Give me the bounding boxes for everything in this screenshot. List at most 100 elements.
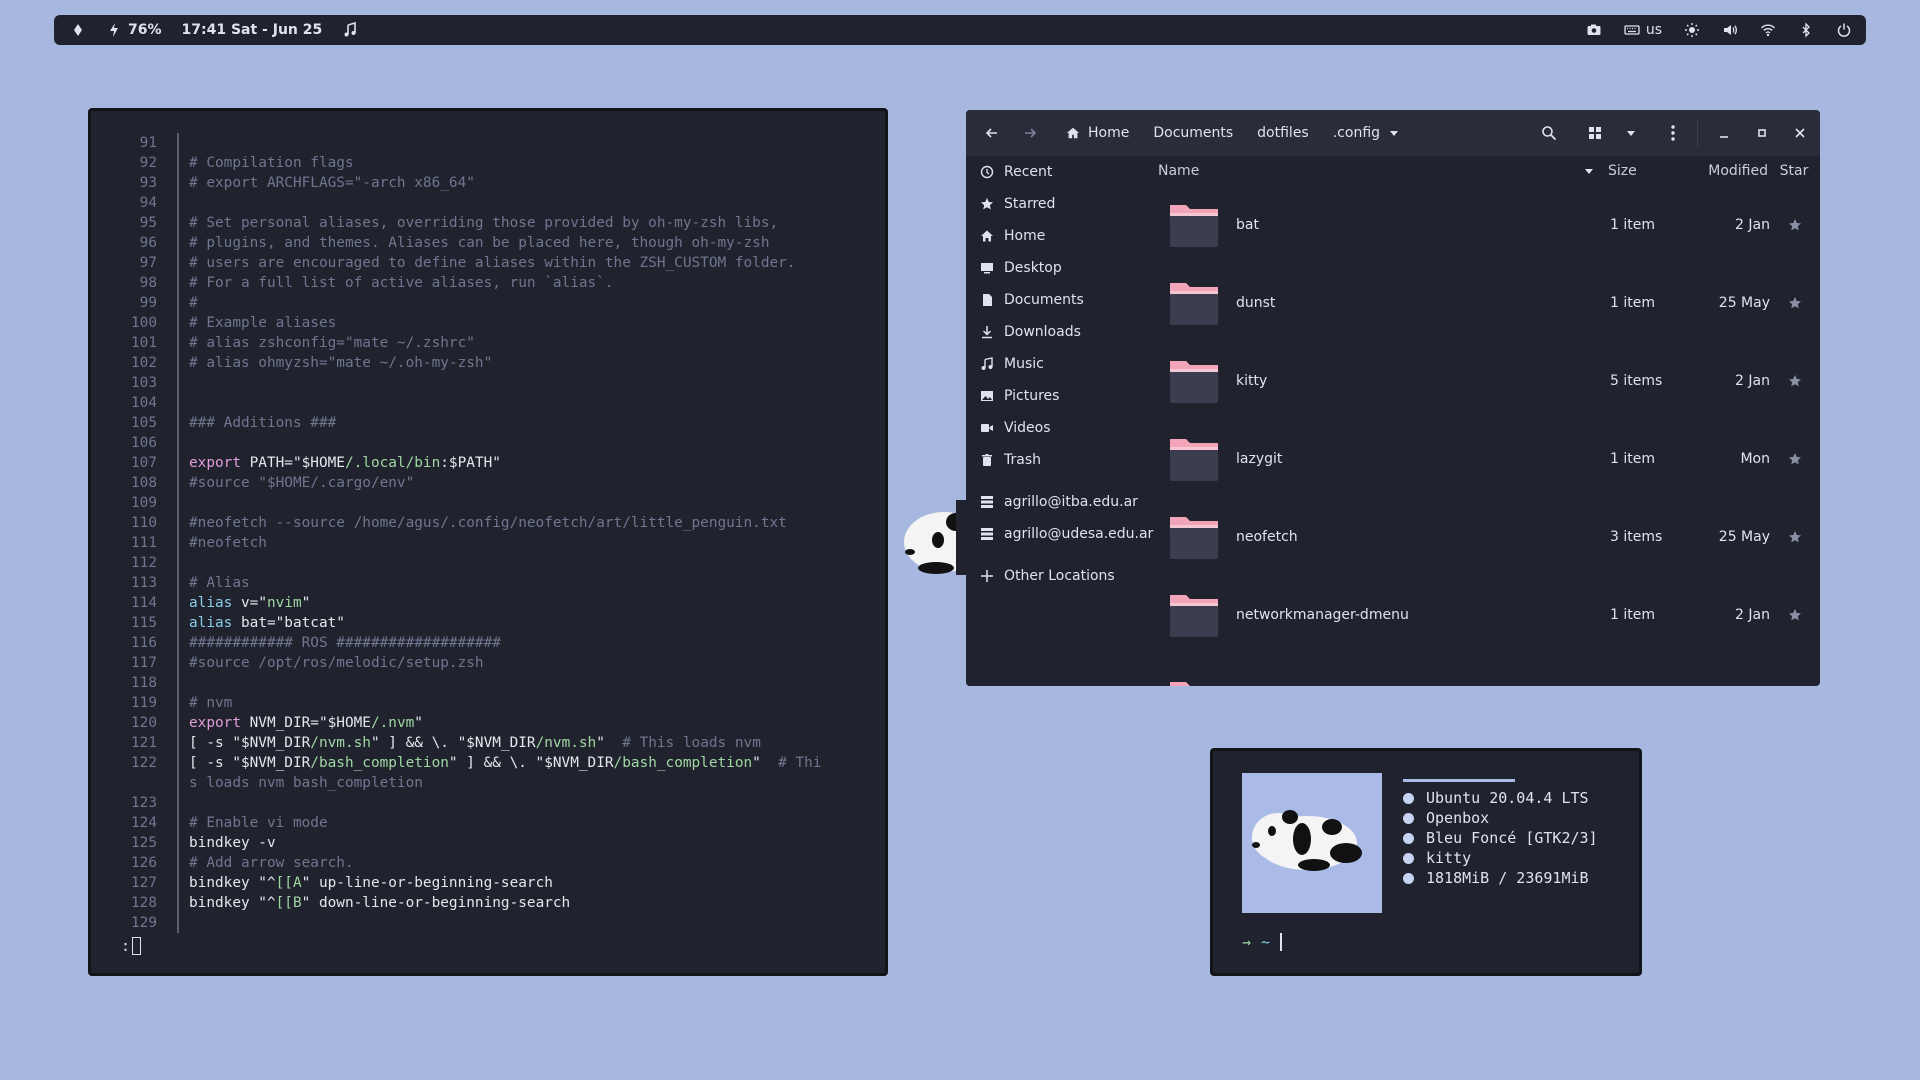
code-line[interactable]: 128 bindkey "^[[B" down-line-or-beginning… [91,893,885,913]
minimize-icon[interactable] [1712,121,1736,145]
code-line[interactable]: 125 bindkey -v [91,833,885,853]
code-line[interactable]: 92 # Compilation flags [91,153,885,173]
close-icon[interactable] [1788,121,1812,145]
view-options-chevron-icon[interactable] [1619,121,1643,145]
wifi-icon[interactable] [1760,22,1776,38]
file-row[interactable]: dunst 1 item 25 May [1156,264,1820,342]
sidebar-item-trash[interactable]: Trash [966,444,1156,476]
code-line[interactable]: 96 # plugins, and themes. Aliases can be … [91,233,885,253]
code-line[interactable]: 106 [91,433,885,453]
column-star-header[interactable]: Star [1768,163,1820,179]
code-line[interactable]: 123 [91,793,885,813]
code-line[interactable]: 112 [91,553,885,573]
code-line[interactable]: 113 # Alias [91,573,885,593]
file-row[interactable]: kitty 5 items 2 Jan [1156,342,1820,420]
volume-icon[interactable] [1722,22,1738,38]
sidebar-item-videos[interactable]: Videos [966,412,1156,444]
star-icon[interactable] [1770,530,1820,544]
keyboard-layout[interactable]: us [1624,22,1662,38]
diamond-icon[interactable] [70,22,86,38]
sidebar-item-other-locations[interactable]: Other Locations [966,560,1156,592]
file-row[interactable]: lazygit 1 item Mon [1156,420,1820,498]
code-line[interactable]: 110 #neofetch --source /home/agus/.config… [91,513,885,533]
code-line[interactable]: 100 # Example aliases [91,313,885,333]
code-line[interactable]: 116 ############ ROS ################### [91,633,885,653]
sidebar-item-desktop[interactable]: Desktop [966,252,1156,284]
code-line[interactable]: 91 [91,133,885,153]
back-arrow-icon[interactable] [980,121,1004,145]
clock[interactable]: 17:41 Sat - Jun 25 [182,22,323,38]
code-line[interactable]: 118 [91,673,885,693]
shell-prompt[interactable]: → ~ [1242,933,1283,951]
bluetooth-icon[interactable] [1798,22,1814,38]
neofetch-terminal-window[interactable]: Ubuntu 20.04.4 LTS Openbox Bleu Foncé [G… [1210,748,1642,976]
star-icon[interactable] [1770,608,1820,622]
code-line[interactable]: 119 # nvm [91,693,885,713]
code-line[interactable]: 104 [91,393,885,413]
sidebar-item-documents[interactable]: Documents [966,284,1156,316]
code-line[interactable]: 95 # Set personal aliases, overriding tho… [91,213,885,233]
code-line[interactable]: 101 # alias zshconfig="mate ~/.zshrc" [91,333,885,353]
maximize-icon[interactable] [1750,121,1774,145]
line-number: 127 [131,875,157,891]
column-modified-header[interactable]: Modified [1696,163,1768,179]
code-line[interactable]: 127 bindkey "^[[A" up-line-or-beginning-s… [91,873,885,893]
star-icon[interactable] [1770,296,1820,310]
code-line[interactable]: 122 [ -s "$NVM_DIR/bash_completion" ] && … [91,753,885,773]
sidebar-item-music[interactable]: Music [966,348,1156,380]
brightness-icon[interactable] [1684,22,1700,38]
vim-command-line[interactable]: : [121,937,142,955]
code-line[interactable]: 107 export PATH="$HOME/.local/bin:$PATH" [91,453,885,473]
code-line[interactable]: 114 alias v="nvim" [91,593,885,613]
forward-arrow-icon[interactable] [1018,121,1042,145]
sidebar-item-pictures[interactable]: Pictures [966,380,1156,412]
breadcrumb-documents[interactable]: Documents [1141,118,1245,148]
star-icon[interactable] [1770,218,1820,232]
sidebar-item-agrillo-udesa-edu-ar[interactable]: agrillo@udesa.edu.ar [966,518,1156,550]
code-line[interactable]: 117 #source /opt/ros/melodic/setup.zsh [91,653,885,673]
editor-terminal-window[interactable]: 91 92 # Compilation flags 93 # export ARCHFL… [88,108,888,976]
code-view[interactable]: 91 92 # Compilation flags 93 # export ARCHFL… [91,133,885,933]
battery-indicator[interactable]: 76% [106,22,162,38]
sidebar-item-home[interactable]: Home [966,220,1156,252]
sidebar-item-agrillo-itba-edu-ar[interactable]: agrillo@itba.edu.ar [966,486,1156,518]
code-line[interactable]: 97 # users are encouraged to define alias… [91,253,885,273]
search-icon[interactable] [1537,121,1561,145]
breadcrumb-config[interactable]: .config [1321,118,1412,148]
breadcrumb-dotfiles[interactable]: dotfiles [1245,118,1321,148]
camera-icon[interactable] [1586,22,1602,38]
code-line[interactable]: 103 [91,373,885,393]
code-line[interactable]: 120 export NVM_DIR="$HOME/.nvm" [91,713,885,733]
code-line[interactable]: 124 # Enable vi mode [91,813,885,833]
file-row[interactable]: bat 1 item 2 Jan [1156,186,1820,264]
code-line[interactable]: 105 ### Additions ### [91,413,885,433]
code-line[interactable]: 102 # alias ohmyzsh="mate ~/.oh-my-zsh" [91,353,885,373]
line-number: 96 [139,235,157,251]
column-name-header[interactable]: Name [1156,163,1608,179]
grid-view-icon[interactable] [1583,121,1607,145]
music-note-icon[interactable] [342,22,358,38]
breadcrumb-home[interactable]: Home [1054,118,1141,148]
sidebar-item-downloads[interactable]: Downloads [966,316,1156,348]
column-size-header[interactable]: Size [1608,163,1696,179]
code-line[interactable]: 98 # For a full list of active aliases, r… [91,273,885,293]
code-line[interactable]: 115 alias bat="batcat" [91,613,885,633]
file-row[interactable]: neofetch 3 items 25 May [1156,498,1820,576]
code-line[interactable]: 109 [91,493,885,513]
sidebar-item-recent[interactable]: Recent [966,156,1156,188]
code-line[interactable]: 93 # export ARCHFLAGS="-arch x86_64" [91,173,885,193]
code-line[interactable]: 129 [91,913,885,933]
power-icon[interactable] [1836,22,1852,38]
code-line[interactable]: 126 # Add arrow search. [91,853,885,873]
file-row[interactable]: networkmanager-dmenu 1 item 2 Jan [1156,576,1820,654]
star-icon[interactable] [1770,374,1820,388]
sidebar-item-starred[interactable]: Starred [966,188,1156,220]
code-line[interactable]: 111 #neofetch [91,533,885,553]
code-line[interactable]: s loads nvm bash_completion [91,773,885,793]
code-line[interactable]: 108 #source "$HOME/.cargo/env" [91,473,885,493]
code-line[interactable]: 94 [91,193,885,213]
code-line[interactable]: 121 [ -s "$NVM_DIR/nvm.sh" ] && \. "$NVM_… [91,733,885,753]
star-icon[interactable] [1770,452,1820,466]
code-line[interactable]: 99 # [91,293,885,313]
menu-kebab-icon[interactable] [1661,121,1685,145]
